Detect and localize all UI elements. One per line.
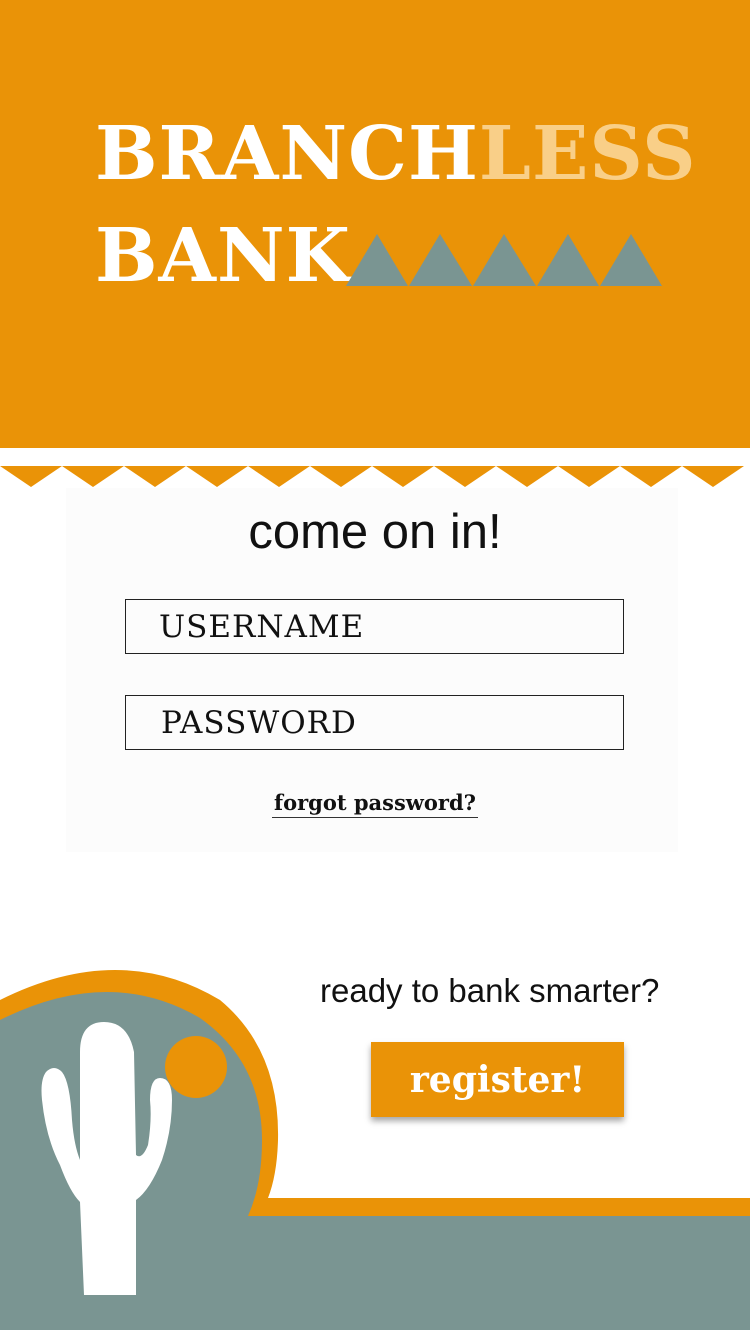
logo-word-bank: BANK	[95, 213, 351, 299]
password-input[interactable]	[126, 696, 623, 749]
zigzag-divider	[0, 466, 744, 487]
logo-line-1: BRANCHLESS	[95, 117, 697, 191]
forgot-password-link[interactable]: forgot password?	[272, 790, 478, 818]
register-button[interactable]: register!	[371, 1042, 624, 1117]
header-banner: BRANCHLESS BANK	[0, 0, 750, 448]
username-field[interactable]	[125, 599, 624, 654]
mountains-icon	[346, 234, 662, 286]
sun-icon	[165, 1036, 227, 1098]
password-field[interactable]	[125, 695, 624, 750]
signup-tagline: ready to bank smarter?	[320, 972, 660, 1009]
login-title: come on in!	[248, 505, 502, 559]
logo-word-less: LESS	[478, 111, 697, 197]
username-input[interactable]	[126, 600, 623, 653]
logo-word-branch: BRANCH	[95, 111, 479, 197]
desert-scene	[0, 970, 750, 1330]
